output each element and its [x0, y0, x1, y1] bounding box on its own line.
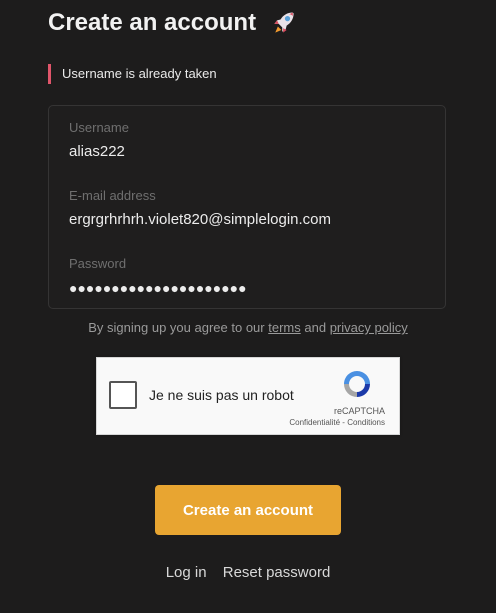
- terms-and: and: [304, 320, 327, 335]
- login-link[interactable]: Log in: [166, 564, 207, 581]
- signup-form: Username alias222 E-mail address ergrgrh…: [48, 105, 446, 309]
- terms-prefix: By signing up you agree to our: [88, 320, 265, 335]
- page-title-text: Create an account: [48, 9, 257, 36]
- username-label: Username: [69, 120, 129, 135]
- password-label: Password: [69, 256, 127, 271]
- footer-links: Log in Reset password: [0, 564, 496, 581]
- username-input[interactable]: alias222: [69, 142, 429, 162]
- recaptcha-links: Confidentialité - Conditions: [289, 418, 385, 427]
- recaptcha-conditions-link[interactable]: Conditions: [347, 418, 385, 427]
- page-title: Create an account: [48, 9, 298, 37]
- recaptcha-privacy-link[interactable]: Confidentialité: [289, 418, 340, 427]
- username-field[interactable]: Username alias222: [69, 120, 429, 162]
- email-field[interactable]: E-mail address ergrgrhrhrh.violet820@sim…: [69, 188, 429, 230]
- recaptcha-brand: reCAPTCHA: [333, 406, 385, 416]
- recaptcha-label: Je ne suis pas un robot: [149, 387, 294, 403]
- password-field[interactable]: Password ●●●●●●●●●●●●●●●●●●●●●: [69, 256, 429, 298]
- terms-link[interactable]: terms: [268, 320, 301, 335]
- email-input[interactable]: ergrgrhrhrh.violet820@simplelogin.com: [69, 210, 429, 230]
- privacy-policy-link[interactable]: privacy policy: [330, 320, 408, 335]
- email-label: E-mail address: [69, 188, 156, 203]
- create-account-button[interactable]: Create an account: [155, 485, 341, 535]
- recaptcha-widget: Je ne suis pas un robot reCAPTCHA Confid…: [96, 357, 400, 435]
- reset-password-link[interactable]: Reset password: [223, 564, 331, 581]
- error-text: Username is already taken: [62, 66, 217, 81]
- rocket-icon: [274, 12, 294, 33]
- recaptcha-checkbox[interactable]: [109, 381, 137, 409]
- terms-notice: By signing up you agree to our terms and…: [0, 320, 496, 335]
- error-message: Username is already taken: [48, 64, 217, 84]
- recaptcha-separator: -: [342, 418, 345, 427]
- recaptcha-logo-icon: [344, 371, 370, 397]
- password-input[interactable]: ●●●●●●●●●●●●●●●●●●●●●: [69, 278, 429, 298]
